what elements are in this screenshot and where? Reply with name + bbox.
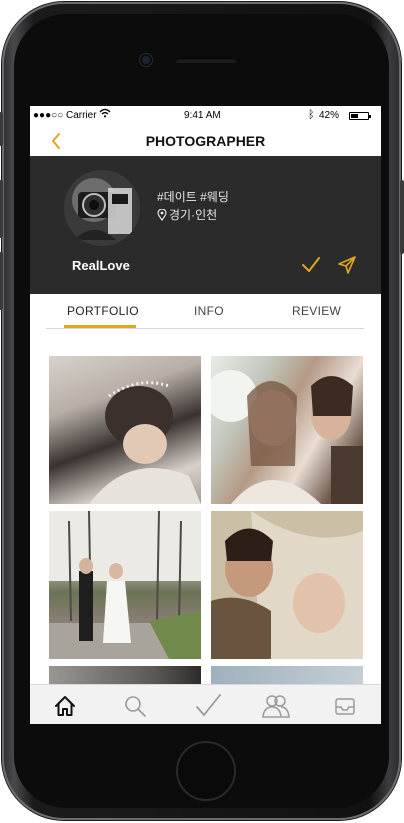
portfolio-photo[interactable] xyxy=(211,511,363,659)
send-icon[interactable] xyxy=(336,254,358,276)
portfolio-photo[interactable] xyxy=(49,356,201,504)
power-button xyxy=(400,180,404,254)
page-title: PHOTOGRAPHER xyxy=(145,133,266,149)
app-screen: ●●●○○ Carrier 9:41 AM ᛒ 42% PHOTOGRAPHER xyxy=(30,106,381,724)
photographer-name: RealLove xyxy=(72,258,130,273)
navigation-bar: PHOTOGRAPHER xyxy=(30,124,381,156)
tab-review[interactable]: REVIEW xyxy=(292,304,341,318)
front-camera xyxy=(140,54,152,66)
carrier-label: ●●●○○ Carrier xyxy=(33,110,97,121)
home-button[interactable] xyxy=(176,741,236,801)
inbox-icon[interactable] xyxy=(332,693,358,719)
search-icon[interactable] xyxy=(122,693,148,719)
status-bar: ●●●○○ Carrier 9:41 AM ᛒ 42% xyxy=(30,106,381,124)
location-label: 경기·인천 xyxy=(169,208,218,222)
status-time: 9:41 AM xyxy=(184,110,221,121)
check-icon[interactable] xyxy=(300,254,322,276)
profile-tags: #데이트 #웨딩 xyxy=(157,190,229,204)
portfolio-photo[interactable] xyxy=(49,511,201,659)
segment-tabs: PORTFOLIO INFO REVIEW xyxy=(46,294,364,329)
tab-info[interactable]: INFO xyxy=(194,304,224,318)
active-tab-indicator xyxy=(64,325,136,328)
portfolio-photo[interactable] xyxy=(211,356,363,504)
people-icon[interactable] xyxy=(261,693,290,719)
home-icon[interactable] xyxy=(52,693,78,719)
mute-switch xyxy=(0,112,3,146)
bottom-tab-bar xyxy=(30,684,381,724)
earpiece-speaker xyxy=(175,58,237,63)
wifi-icon xyxy=(99,108,111,121)
bluetooth-icon: ᛒ xyxy=(308,109,315,121)
volume-up-button xyxy=(0,180,3,238)
volume-down-button xyxy=(0,252,3,310)
avatar[interactable] xyxy=(64,170,140,246)
tab-portfolio[interactable]: PORTFOLIO xyxy=(67,304,139,318)
profile-header: #데이트 #웨딩 경기·인천 RealLove xyxy=(30,156,381,294)
battery-percent: 42% xyxy=(319,110,340,121)
battery-icon xyxy=(349,112,371,120)
location-pin-icon xyxy=(157,208,169,222)
check-icon[interactable] xyxy=(195,693,221,719)
profile-location: 경기·인천 xyxy=(157,206,217,223)
